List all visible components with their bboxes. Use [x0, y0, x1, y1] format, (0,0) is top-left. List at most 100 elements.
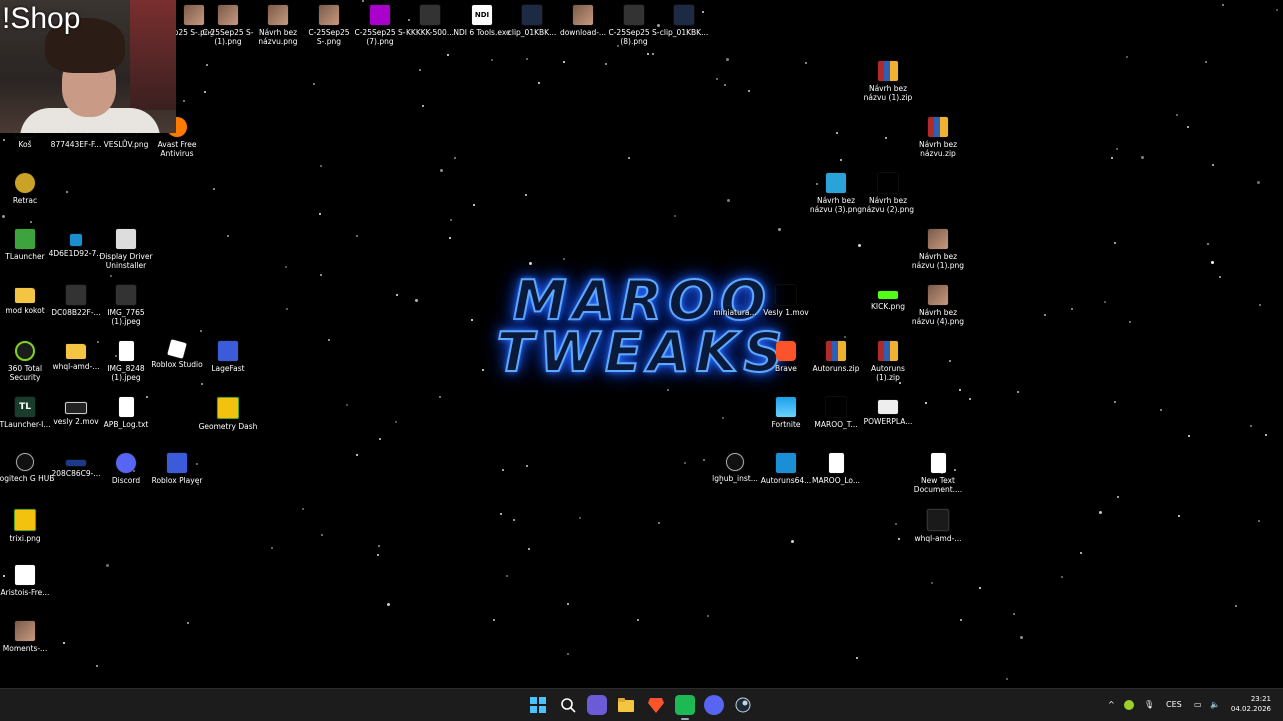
desktop-icon-autoruns1[interactable]: Autoruns (1).zip — [858, 338, 918, 394]
star — [454, 157, 456, 159]
star — [379, 438, 381, 440]
star — [528, 548, 530, 550]
star — [931, 582, 933, 584]
search-icon — [561, 698, 576, 713]
star — [313, 83, 315, 85]
star — [925, 402, 927, 404]
star — [1114, 242, 1116, 244]
desktop-icon-lagefast[interactable]: LageFast — [198, 338, 258, 394]
image-file-icon — [14, 509, 36, 531]
star — [898, 538, 900, 540]
desktop-icon-geometry-dash[interactable]: Geometry Dash — [198, 394, 258, 450]
star — [1250, 425, 1252, 427]
star — [395, 421, 397, 423]
star — [200, 330, 202, 332]
star — [778, 228, 781, 231]
brave-taskbar-icon[interactable] — [646, 695, 666, 715]
system-clock[interactable]: 23:21 04.02.2026 — [1231, 694, 1271, 714]
star — [667, 389, 669, 391]
desktop-icon-roblox-player[interactable]: Roblox Player — [147, 450, 207, 506]
desktop-icon-maroo-lo[interactable]: MAROO_Lo... — [806, 450, 866, 506]
star — [396, 294, 398, 296]
search-button[interactable] — [558, 695, 578, 715]
star — [949, 360, 951, 362]
desktop-icon-png2[interactable]: Návrh bez názvu (2).png — [858, 170, 918, 226]
star — [637, 619, 639, 621]
meet-now-icon[interactable] — [587, 695, 607, 715]
tray-app-icon[interactable] — [1124, 700, 1134, 710]
star — [1178, 515, 1180, 517]
desktop-icon-trixi[interactable]: trixi.png — [0, 506, 55, 562]
star — [1020, 636, 1023, 639]
star — [567, 603, 569, 605]
star — [1235, 605, 1237, 607]
zip-archive-icon — [878, 61, 898, 81]
desktop-icon-zip2[interactable]: Návrh bez názvu.zip — [908, 114, 968, 170]
folder-icon — [66, 344, 86, 359]
image-file-icon — [319, 5, 339, 25]
steam-taskbar-icon[interactable] — [733, 695, 753, 715]
desktop-icon-ddu[interactable]: Display Driver Uninstaller — [96, 226, 156, 282]
star — [856, 657, 858, 659]
star — [328, 339, 330, 341]
roblox-studio-icon — [167, 339, 187, 359]
desktop-icon-vesly1[interactable]: Vesly 1.mov — [756, 282, 816, 338]
desktop-icon-png1[interactable]: Návrh bez názvu (1).png — [908, 226, 968, 282]
desktop-icon-aristois[interactable]: Aristois-Fre... — [0, 562, 55, 618]
desktop-icon-autoruns-zip[interactable]: Autoruns.zip — [806, 338, 866, 394]
start-button[interactable] — [528, 695, 548, 715]
volume-icon[interactable]: 🔈 — [1210, 698, 1220, 712]
star — [449, 237, 451, 239]
star — [96, 665, 98, 667]
star — [440, 169, 443, 172]
star — [707, 615, 709, 617]
star — [840, 159, 842, 161]
desktop-icon-powerpla[interactable]: POWERPLA... — [858, 394, 918, 450]
star — [658, 522, 660, 524]
star — [106, 564, 109, 567]
network-icon[interactable]: ▭ — [1194, 698, 1202, 712]
star — [213, 188, 215, 190]
star — [1099, 511, 1102, 514]
file-explorer-icon[interactable] — [616, 695, 636, 715]
show-hidden-icons-button[interactable]: ^ — [1108, 698, 1115, 712]
star — [319, 213, 321, 215]
microphone-icon[interactable]: 🎙 — [1144, 698, 1154, 712]
star — [722, 417, 724, 419]
star — [206, 64, 208, 66]
desktop-icon-img7765[interactable]: IMG_7765 (1).jpeg — [96, 282, 156, 338]
star — [579, 517, 581, 519]
star — [271, 547, 273, 549]
desktop-icon-whql-2[interactable]: whql-amd-... — [908, 506, 968, 562]
star — [836, 132, 838, 134]
star — [356, 235, 358, 237]
star — [302, 508, 304, 510]
star — [513, 519, 515, 521]
desktop-icon-png4[interactable]: Návrh bez názvu (4).png — [908, 282, 968, 338]
desktop-icon-top6[interactable]: KKKKK-500... — [400, 2, 460, 58]
star — [960, 619, 962, 621]
star — [526, 58, 528, 60]
desktop-icon-moments[interactable]: Moments-... — [0, 618, 55, 674]
java-file-icon — [15, 565, 35, 585]
image-file-icon — [928, 229, 948, 249]
language-indicator[interactable]: CES — [1166, 698, 1182, 712]
video-file-icon — [522, 5, 542, 25]
star — [1187, 126, 1189, 128]
desktop-icon-png3[interactable]: Návrh bez názvu (3).png — [806, 170, 866, 226]
star — [1257, 181, 1260, 184]
image-file-icon — [218, 5, 238, 25]
discord-taskbar-icon[interactable] — [704, 695, 724, 715]
desktop-icon-retrac[interactable]: Retrac — [0, 170, 55, 226]
image-file-icon — [420, 5, 440, 25]
desktop[interactable]: MAROO TWEAKS p25 S-.png C-25Sep25 S-(1).… — [0, 0, 1283, 688]
desktop-icon-apb-log[interactable]: APB_Log.txt — [96, 394, 156, 450]
desktop-icon-maroo-t[interactable]: MAROO_T... — [806, 394, 866, 450]
star — [1117, 496, 1119, 498]
star — [183, 100, 185, 102]
app-taskbar-icon-active[interactable] — [675, 695, 695, 720]
desktop-icon-new-text-document[interactable]: New Text Document.... — [908, 450, 968, 506]
star — [1258, 520, 1260, 522]
desktop-icon-top11[interactable]: clip_01KBK... — [654, 2, 714, 58]
desktop-icon-zip1[interactable]: Návrh bez názvu (1).zip — [858, 58, 918, 114]
